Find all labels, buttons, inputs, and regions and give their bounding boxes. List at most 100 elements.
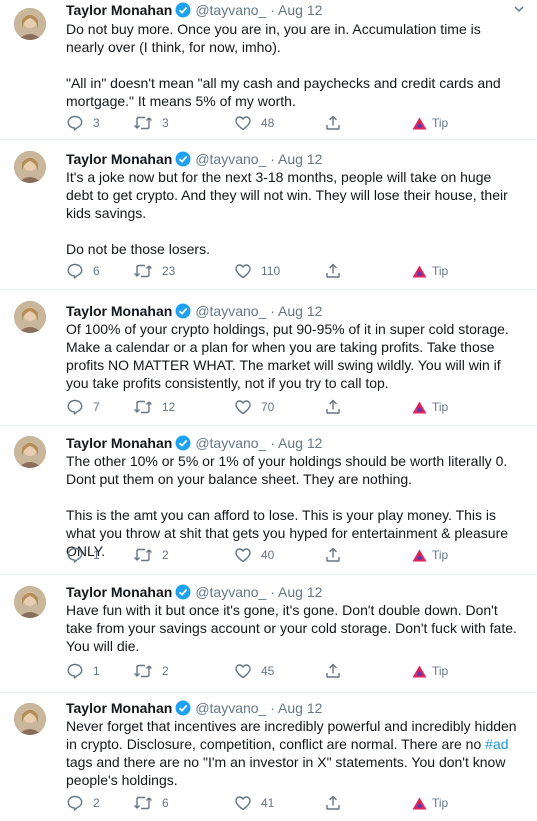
tweet-paragraph: Of 100% of your crypto holdings, put 90-… [66,321,509,391]
retweet-button[interactable]: 3 [133,113,169,133]
author-name[interactable]: Taylor Monahan [66,2,172,18]
reply-button[interactable]: 1 [66,545,100,565]
avatar[interactable] [14,586,46,618]
tweet-date[interactable]: Aug 12 [278,303,322,319]
tweet-3[interactable]: Taylor Monahan @tayvano_ · Aug 12 Of 100%… [0,290,537,426]
share-icon [324,262,342,280]
tip-button[interactable]: Tip [412,793,448,813]
retweet-button[interactable]: 12 [133,397,175,417]
tweet-date[interactable]: Aug 12 [278,435,322,451]
like-button[interactable]: 110 [234,261,280,281]
retweet-icon [133,662,153,680]
retweet-icon [133,398,153,416]
avatar[interactable] [14,8,46,40]
reply-count: 3 [93,116,100,130]
like-count: 48 [261,116,275,130]
tweet-paragraph: Have fun with it but once it's gone, it'… [66,602,517,654]
tip-icon [412,265,427,278]
author-name[interactable]: Taylor Monahan [66,700,172,716]
avatar[interactable] [14,151,46,183]
author-handle[interactable]: @tayvano_ [195,584,266,600]
author-handle[interactable]: @tayvano_ [195,151,266,167]
avatar[interactable] [14,436,46,468]
tweet-date[interactable]: Aug 12 [278,2,322,18]
tweet-paragraph: Do not buy more. Once you are in, you ar… [66,21,481,55]
like-button[interactable]: 48 [234,113,274,133]
retweet-icon [133,114,153,132]
reply-button[interactable]: 6 [66,261,100,281]
tip-label: Tip [432,796,449,810]
tweet-date[interactable]: Aug 12 [278,584,322,600]
tweet-paragraph: Never forget that incentives are incredi… [66,717,521,789]
tweet-date[interactable]: Aug 12 [278,151,322,167]
tip-icon [412,117,427,130]
like-button[interactable]: 40 [234,545,274,565]
tip-button[interactable]: Tip [412,545,448,565]
tweet-actions: 7 12 70 Tip [66,397,526,417]
tip-button[interactable]: Tip [412,661,448,681]
tip-label: Tip [432,264,449,278]
share-button[interactable] [324,261,342,281]
reply-button[interactable]: 7 [66,397,100,417]
retweet-button[interactable]: 2 [133,661,169,681]
reply-icon [66,546,84,564]
reply-icon [66,398,84,416]
share-button[interactable] [324,113,342,133]
like-button[interactable]: 45 [234,661,274,681]
tip-icon [412,797,427,810]
author-handle[interactable]: @tayvano_ [195,435,266,451]
tweet-5[interactable]: Taylor Monahan @tayvano_ · Aug 12 Have fu… [0,575,537,693]
reply-count: 1 [93,664,100,678]
author-handle[interactable]: @tayvano_ [195,2,266,18]
like-button[interactable]: 41 [234,793,274,813]
caret-down-icon[interactable] [513,2,525,20]
tip-label: Tip [432,664,449,678]
hashtag-link[interactable]: #ad [485,736,508,752]
tip-button[interactable]: Tip [412,397,448,417]
avatar[interactable] [14,301,46,333]
tweet-4[interactable]: Taylor Monahan @tayvano_ · Aug 12 The oth… [0,426,537,575]
retweet-icon [133,262,153,280]
tweet-text: It's a joke now but for the next 3-18 mo… [66,168,521,258]
tweet-header: Taylor Monahan @tayvano_ · Aug 12 [66,1,517,22]
reply-count: 7 [93,400,100,414]
author-name[interactable]: Taylor Monahan [66,584,172,600]
author-name[interactable]: Taylor Monahan [66,303,172,319]
author-name[interactable]: Taylor Monahan [66,435,172,451]
share-button[interactable] [324,545,342,565]
avatar[interactable] [14,703,46,735]
retweet-button[interactable]: 6 [133,793,169,813]
author-handle[interactable]: @tayvano_ [195,700,266,716]
retweet-count: 3 [162,116,169,130]
like-icon [234,546,252,564]
retweet-button[interactable]: 23 [133,261,175,281]
author-name[interactable]: Taylor Monahan [66,151,172,167]
like-count: 110 [261,264,281,278]
tweet-date[interactable]: Aug 12 [278,700,322,716]
like-button[interactable]: 70 [234,397,274,417]
share-button[interactable] [324,793,342,813]
tip-button[interactable]: Tip [412,261,448,281]
author-handle[interactable]: @tayvano_ [195,303,266,319]
tip-button[interactable]: Tip [412,113,448,133]
share-button[interactable] [324,397,342,417]
tweet-6[interactable]: Taylor Monahan @tayvano_ · Aug 12 Never f… [0,693,537,821]
reply-button[interactable]: 3 [66,113,100,133]
share-icon [324,794,342,812]
separator: · [270,151,275,167]
share-icon [324,546,342,564]
reply-button[interactable]: 1 [66,661,100,681]
reply-icon [66,662,84,680]
tweet-2[interactable]: Taylor Monahan @tayvano_ · Aug 12 It's a … [0,140,537,290]
tweet-1[interactable]: Taylor Monahan @tayvano_ · Aug 12 Do not … [0,0,537,140]
text-segment: tags and there are no "I'm an investor i… [66,754,506,788]
tip-icon [412,401,427,414]
reply-icon [66,114,84,132]
reply-count: 6 [93,264,100,278]
tweet-actions: 3 3 48 Tip [66,113,526,133]
retweet-button[interactable]: 2 [133,545,169,565]
verified-badge-icon [175,2,191,22]
share-button[interactable] [324,661,342,681]
retweet-count: 12 [162,400,176,414]
reply-button[interactable]: 2 [66,793,100,813]
